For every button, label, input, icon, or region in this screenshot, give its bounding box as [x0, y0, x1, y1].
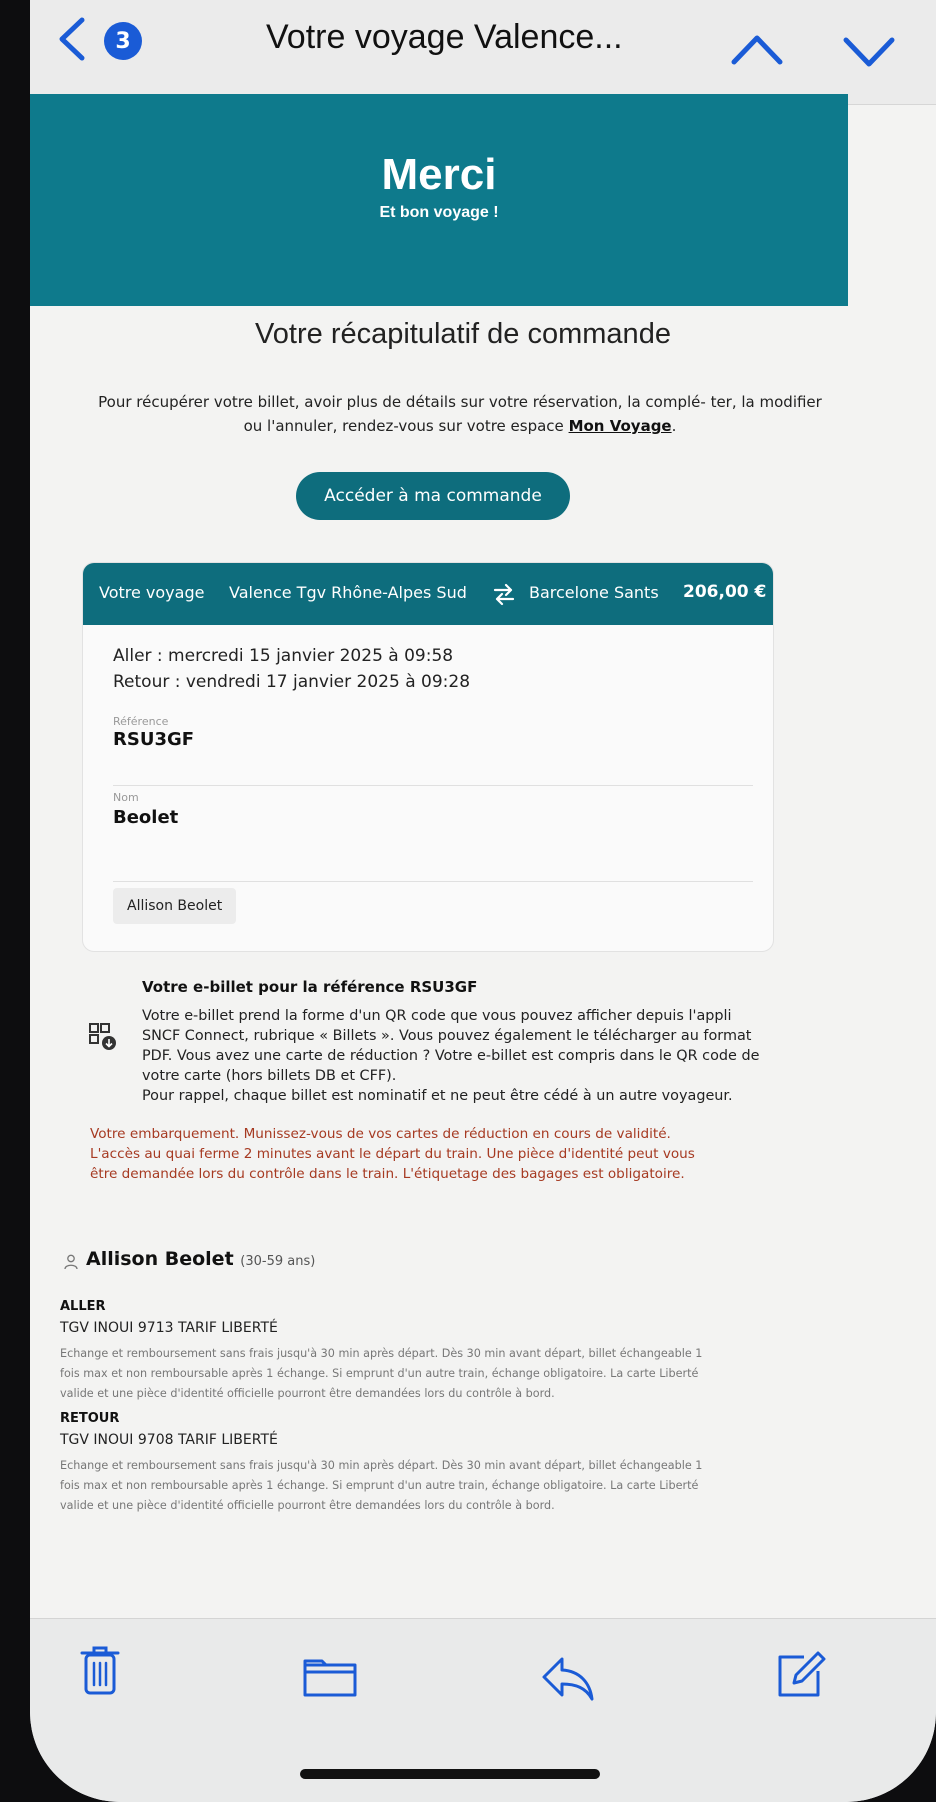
- ebillet-line: Pour rappel, chaque billet est nominatif…: [142, 1088, 733, 1104]
- warning-line: être demandée lors du contrôle dans le t…: [90, 1166, 685, 1182]
- round-trip-arrows-icon: [493, 583, 515, 606]
- intro-paragraph: Pour récupérer votre billet, avoir plus …: [90, 390, 830, 438]
- intro-end: .: [671, 417, 677, 435]
- intro-text: Pour récupérer votre billet, avoir plus …: [98, 393, 822, 435]
- outbound-leg-label: ALLER: [60, 1299, 106, 1314]
- chevron-left-icon[interactable]: [52, 14, 92, 64]
- home-indicator[interactable]: [300, 1769, 600, 1779]
- passenger-age-range: (30-59 ans): [240, 1254, 316, 1269]
- qr-code-download-icon: [89, 1023, 116, 1050]
- trip-destination: Barcelone Sants: [529, 583, 659, 602]
- name-value: Beolet: [113, 807, 179, 828]
- outbound-train: TGV INOUI 9713 TARIF LIBERTÉ: [60, 1320, 278, 1336]
- ebillet-title: Votre e-billet pour la référence RSU3GF: [142, 978, 478, 996]
- warning-line: L'accès au quai ferme 2 minutes avant le…: [90, 1146, 695, 1162]
- outbound-date: Aller : mercredi 15 janvier 2025 à 09:58: [113, 646, 454, 666]
- return-leg-label: RETOUR: [60, 1411, 120, 1426]
- trip-card-header: Votre voyage Valence Tgv Rhône-Alpes Sud…: [83, 563, 773, 625]
- divider: [113, 785, 753, 786]
- condition-line: Echange et remboursement sans frais jusq…: [60, 1459, 703, 1472]
- return-train: TGV INOUI 9708 TARIF LIBERTÉ: [60, 1432, 278, 1448]
- banner-subtitle: Et bon voyage !: [379, 204, 499, 221]
- person-icon: [64, 1254, 78, 1270]
- ebillet-line: SNCF Connect, rubrique « Billets ». Vous…: [142, 1028, 752, 1044]
- chevron-up-icon[interactable]: [728, 30, 786, 70]
- name-label: Nom: [113, 791, 139, 804]
- condition-line: valide et une pièce d'identité officiell…: [60, 1387, 555, 1400]
- chevron-down-icon[interactable]: [840, 32, 898, 72]
- return-conditions: Echange et remboursement sans frais jusq…: [60, 1456, 790, 1516]
- thank-you-banner: Merci Et bon voyage !: [30, 94, 848, 306]
- mon-voyage-link[interactable]: Mon Voyage: [569, 417, 672, 435]
- warning-line: Votre embarquement. Munissez-vous de vos…: [90, 1126, 671, 1142]
- access-order-button[interactable]: Accéder à ma commande: [296, 472, 570, 520]
- passenger-chip: Allison Beolet: [113, 888, 237, 924]
- trip-price: 206,00 €: [683, 582, 767, 602]
- passenger-name: Allison Beolet (30-59 ans): [86, 1248, 315, 1270]
- folder-icon[interactable]: [302, 1657, 358, 1699]
- mail-toolbar: [30, 1618, 936, 1802]
- condition-line: valide et une pièce d'identité officiell…: [60, 1499, 555, 1512]
- compose-icon[interactable]: [774, 1649, 826, 1701]
- ebillet-line: votre carte (hors billets DB et CFF).: [142, 1068, 397, 1084]
- mail-screen: 3 Votre voyage Valence... Merci Et bon v…: [30, 0, 936, 1802]
- condition-line: Echange et remboursement sans frais jusq…: [60, 1347, 703, 1360]
- boarding-warning: Votre embarquement. Munissez-vous de vos…: [90, 1124, 790, 1184]
- trip-label: Votre voyage: [99, 583, 205, 602]
- trip-card: Votre voyage Valence Tgv Rhône-Alpes Sud…: [82, 562, 774, 952]
- trash-icon[interactable]: [78, 1643, 122, 1697]
- trip-dates: Aller : mercredi 15 janvier 2025 à 09:58…: [113, 643, 470, 695]
- banner-title: Merci: [381, 150, 497, 199]
- reference-value: RSU3GF: [113, 729, 195, 750]
- reference-label: Référence: [113, 715, 169, 728]
- passenger-full-name: Allison Beolet: [86, 1248, 234, 1270]
- order-summary-heading: Votre récapitulatif de commande: [255, 318, 671, 350]
- navigation-bar: 3 Votre voyage Valence...: [30, 0, 936, 105]
- ebillet-line: PDF. Vous avez une carte de réduction ? …: [142, 1048, 760, 1064]
- message-subject-title: Votre voyage Valence...: [266, 18, 623, 56]
- divider: [113, 881, 753, 882]
- reply-icon[interactable]: [540, 1655, 596, 1703]
- condition-line: fois max et non remboursable après 1 éch…: [60, 1367, 699, 1380]
- ebillet-line: Votre e-billet prend la forme d'un QR co…: [142, 1008, 732, 1024]
- unread-count-badge[interactable]: 3: [104, 22, 142, 60]
- return-date: Retour : vendredi 17 janvier 2025 à 09:2…: [113, 672, 471, 692]
- outbound-conditions: Echange et remboursement sans frais jusq…: [60, 1344, 790, 1404]
- trip-origin: Valence Tgv Rhône-Alpes Sud: [229, 583, 467, 602]
- condition-line: fois max et non remboursable après 1 éch…: [60, 1479, 699, 1492]
- ebillet-text: Votre e-billet prend la forme d'un QR co…: [142, 1006, 802, 1106]
